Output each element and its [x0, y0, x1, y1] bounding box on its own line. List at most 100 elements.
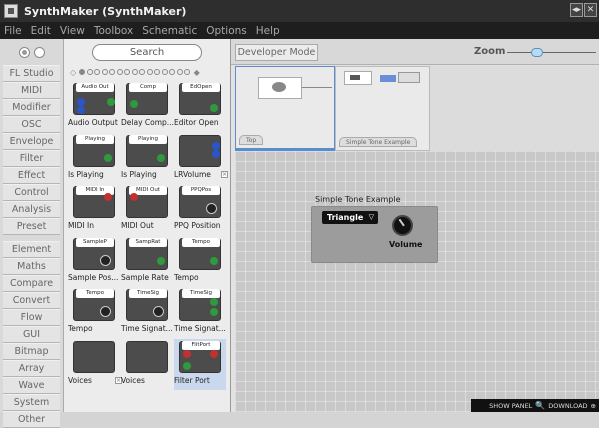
port-icon [77, 106, 85, 114]
module-sample-rate[interactable]: SampRat Sample Rate [121, 236, 173, 287]
port-icon [77, 98, 85, 106]
module-time-signat[interactable]: TimeSig Time Signat... [174, 287, 226, 338]
show-panel-button[interactable]: SHOW PANEL [489, 402, 532, 410]
module-voices[interactable]: Voices × [68, 339, 122, 390]
close-icon[interactable]: × [221, 170, 228, 178]
module-audio-output[interactable]: Audio Out Audio Output [68, 81, 120, 132]
volume-knob[interactable] [392, 215, 413, 236]
module-voices[interactable]: Voices [121, 339, 173, 390]
chevron-down-icon: ▽ [368, 213, 374, 221]
port-icon [104, 193, 112, 201]
schematic-area: Developer Mode Zoom Top Simple Tone Exam… [231, 39, 599, 412]
module-midi-in[interactable]: MIDI In MIDI In [68, 184, 120, 235]
page-indicator[interactable]: ◇ ◆ [70, 66, 225, 78]
module-tempo[interactable]: Tempo Tempo [174, 236, 226, 287]
schematic-canvas[interactable]: Simple Tone Example Triangle ▽ Volume SH… [235, 151, 599, 412]
category-maths[interactable]: Maths [3, 258, 60, 275]
add-filter-icon[interactable] [18, 46, 30, 58]
menu-toolbox[interactable]: Toolbox [94, 25, 133, 37]
module-time-signat[interactable]: TimeSig Time Signat... [121, 287, 173, 338]
module-header: Tempo [76, 289, 114, 298]
module-is-playing[interactable]: Playing Is Playing [121, 133, 173, 184]
module-body: TimeSig [126, 289, 168, 321]
category-midi[interactable]: MIDI [3, 82, 60, 99]
menu-view[interactable]: View [60, 25, 85, 37]
menu-help[interactable]: Help [256, 25, 280, 37]
module-label: Audio Output [68, 118, 118, 127]
module-body: TimeSig [179, 289, 221, 321]
download-icon: ⊕ [590, 401, 596, 410]
menu-schematic[interactable]: Schematic [142, 25, 197, 37]
menu-file[interactable]: File [4, 25, 22, 37]
port-icon [157, 256, 165, 265]
category-analysis[interactable]: Analysis [3, 201, 60, 218]
category-system[interactable]: System [3, 394, 60, 411]
category-effect[interactable]: Effect [3, 167, 60, 184]
category-array[interactable]: Array [3, 360, 60, 377]
search-input[interactable]: Search [92, 44, 202, 61]
download-button[interactable]: DOWNLOAD [548, 402, 587, 410]
port-icon [210, 104, 218, 112]
simple-tone-module[interactable]: Triangle ▽ Volume [311, 206, 438, 263]
port-icon [183, 349, 191, 358]
category-osc[interactable]: OSC [3, 116, 60, 133]
module-header: Comp [129, 83, 167, 92]
category-preset[interactable]: Preset [3, 218, 60, 235]
module-lrvolume[interactable]: LRVolume × [174, 133, 228, 184]
category-convert[interactable]: Convert [3, 292, 60, 309]
close-button[interactable]: ✕ [584, 3, 597, 17]
port-icon [210, 308, 218, 316]
prev-page-icon[interactable]: ◇ [70, 68, 76, 77]
restore-button[interactable]: ◂▸ [570, 3, 583, 17]
tab-top[interactable]: Top [239, 135, 264, 145]
category-bitmap[interactable]: Bitmap [3, 343, 60, 360]
module-midi-out[interactable]: MIDI Out MIDI Out [121, 184, 173, 235]
module-body: Playing [126, 134, 168, 167]
module-ppq-position[interactable]: PPQPos PPQ Position [174, 184, 226, 235]
menu-edit[interactable]: Edit [31, 25, 51, 37]
port-icon [212, 149, 220, 158]
module-is-playing[interactable]: Playing Is Playing [68, 133, 120, 184]
category-other[interactable]: Other [3, 411, 60, 428]
category-fl-studio[interactable]: FL Studio [3, 65, 60, 82]
zoom-slider-thumb[interactable] [531, 48, 543, 57]
module-body: MIDI Out [126, 186, 168, 218]
category-wave[interactable]: Wave [3, 377, 60, 394]
knob-icon [153, 306, 164, 317]
category-modifier[interactable]: Modifier [3, 99, 60, 116]
module-label: Time Signat... [121, 324, 173, 333]
module-label: MIDI Out [121, 221, 154, 230]
knob-icon [206, 203, 217, 214]
developer-toolbar: Developer Mode Zoom [231, 39, 599, 65]
module-editor-open[interactable]: EdOpen Editor Open [174, 81, 226, 132]
navigator-strip: Top Simple Tone Example [235, 66, 599, 151]
module-sample-pos[interactable]: SampleP Sample Pos... [68, 236, 120, 287]
port-icon [157, 153, 165, 162]
module-label: Delay Comp... [121, 118, 174, 127]
category-filter[interactable]: Filter [3, 150, 60, 167]
category-flow[interactable]: Flow [3, 309, 60, 326]
module-filter-port[interactable]: FiltPort Filter Port [174, 338, 226, 390]
developer-mode-button[interactable]: Developer Mode [235, 44, 318, 61]
category-gui[interactable]: GUI [3, 326, 60, 343]
port-icon [210, 349, 218, 358]
module-label: Voices [121, 375, 145, 385]
next-page-icon[interactable]: ◆ [194, 68, 200, 77]
category-envelope[interactable]: Envelope [3, 133, 60, 150]
menu-options[interactable]: Options [206, 25, 247, 37]
category-element[interactable]: Element [3, 241, 60, 258]
category-compare[interactable]: Compare [3, 275, 60, 292]
module-tempo[interactable]: Tempo Tempo [68, 287, 120, 338]
tab-simple-tone[interactable]: Simple Tone Example [339, 137, 418, 147]
zoom-slider-track[interactable] [507, 52, 596, 53]
navigator-top[interactable]: Top [235, 66, 335, 151]
port-icon [212, 141, 220, 150]
module-header: Tempo [182, 237, 220, 247]
waveform-value: Triangle [327, 213, 364, 222]
category-control[interactable]: Control [3, 184, 60, 201]
module-body: PPQPos [179, 186, 221, 218]
clear-filter-icon[interactable] [33, 46, 45, 58]
waveform-dropdown[interactable]: Triangle ▽ [322, 211, 378, 224]
module-delay-comp[interactable]: Comp Delay Comp... [121, 81, 174, 132]
navigator-simple-tone[interactable]: Simple Tone Example [335, 66, 430, 151]
